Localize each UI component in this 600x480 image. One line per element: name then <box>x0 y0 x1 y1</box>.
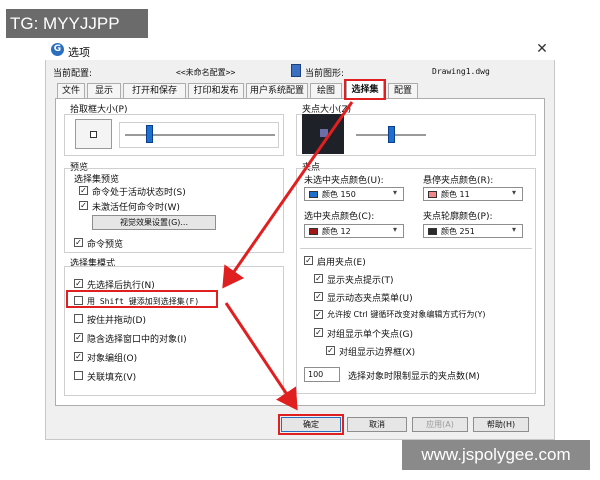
annotation-arrows <box>222 101 354 411</box>
arrow-to-shift-option <box>222 101 354 289</box>
arrow-to-ok-button <box>224 302 298 411</box>
watermark-bottom-right: www.jspolygee.com <box>402 440 590 470</box>
